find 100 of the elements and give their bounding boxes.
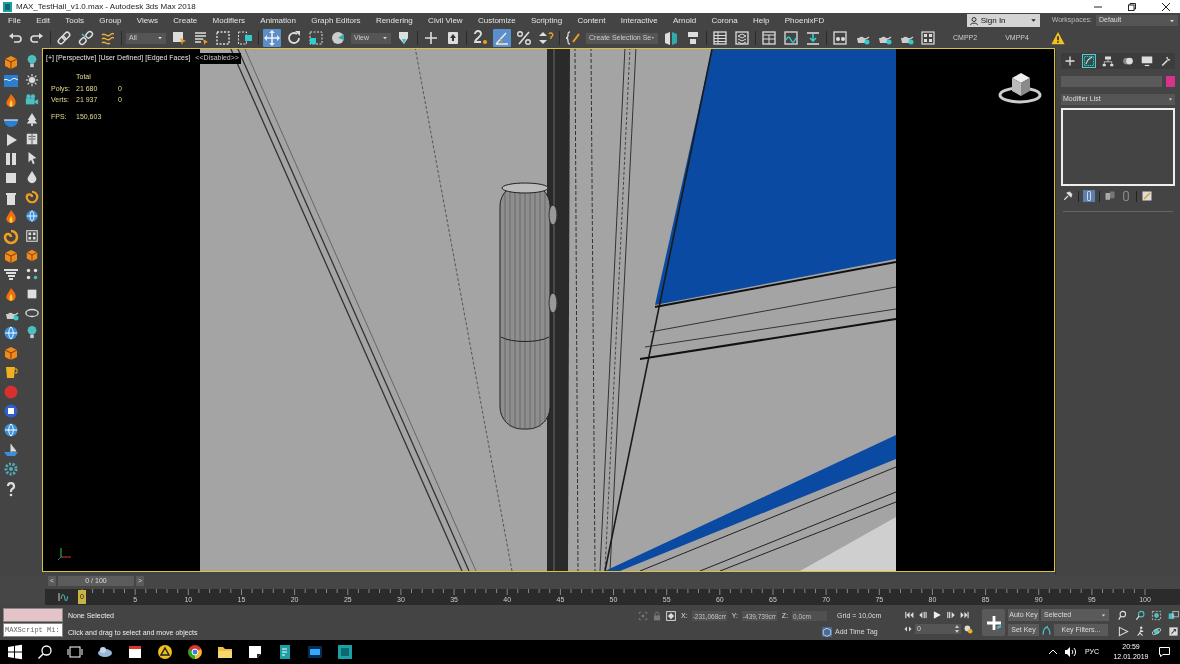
menu-item[interactable]: Customize bbox=[477, 14, 516, 27]
maxscript-output-field[interactable] bbox=[3, 608, 63, 622]
object-color-swatch[interactable] bbox=[1166, 76, 1175, 87]
mirror-icon[interactable] bbox=[662, 29, 680, 47]
go-to-end-icon[interactable] bbox=[960, 610, 970, 620]
configure-icon[interactable] bbox=[1141, 190, 1153, 202]
play-icon[interactable] bbox=[932, 610, 942, 620]
frame-window-icon[interactable] bbox=[831, 29, 849, 47]
box-icon[interactable] bbox=[2, 344, 19, 361]
menu-item[interactable]: Graph Editors bbox=[311, 14, 361, 27]
document-app-icon[interactable] bbox=[277, 644, 293, 660]
menu-item[interactable]: File bbox=[8, 14, 21, 27]
globe-icon[interactable] bbox=[2, 422, 19, 439]
box-icon[interactable] bbox=[24, 247, 39, 262]
sun-icon[interactable] bbox=[24, 73, 39, 88]
chain-link-icon[interactable] bbox=[55, 29, 73, 47]
grid-icon[interactable] bbox=[24, 228, 39, 243]
menu-item[interactable]: Help bbox=[752, 14, 770, 27]
image-editor-app-icon[interactable] bbox=[307, 644, 323, 660]
broken-chain-icon[interactable] bbox=[77, 29, 95, 47]
gear-icon[interactable] bbox=[2, 461, 19, 478]
key-icon[interactable] bbox=[1041, 624, 1052, 636]
menu-item[interactable]: Modifiers bbox=[212, 14, 246, 27]
grid-icon[interactable] bbox=[919, 29, 937, 47]
menu-item[interactable]: Corona bbox=[711, 14, 738, 27]
sphere-icon[interactable] bbox=[329, 29, 347, 47]
zoom-all-icon[interactable] bbox=[1134, 610, 1146, 621]
notification-icon[interactable] bbox=[1159, 647, 1170, 657]
snap-icon[interactable] bbox=[471, 29, 489, 47]
modifier-stack-list[interactable] bbox=[1061, 108, 1175, 186]
menu-item[interactable]: Rendering bbox=[375, 14, 413, 27]
cloud-app-icon[interactable] bbox=[97, 644, 113, 660]
calendar-app-icon[interactable] bbox=[127, 644, 143, 660]
remove-icon[interactable] bbox=[1120, 190, 1132, 202]
table-icon[interactable] bbox=[711, 29, 729, 47]
windows-logo-icon[interactable] bbox=[7, 644, 23, 660]
menu-item[interactable]: Arnold bbox=[673, 14, 697, 27]
brace-icon[interactable] bbox=[564, 29, 582, 47]
zoom-extents-all-icon[interactable] bbox=[1167, 610, 1179, 621]
motion-icon[interactable] bbox=[1121, 55, 1134, 67]
next-frame-icon[interactable] bbox=[946, 610, 956, 620]
camera-icon[interactable] bbox=[24, 92, 39, 107]
restore-icon[interactable] bbox=[1128, 2, 1136, 11]
note-app-icon[interactable] bbox=[247, 644, 263, 660]
crosshair-icon[interactable] bbox=[422, 29, 440, 47]
book-icon[interactable] bbox=[24, 131, 39, 146]
menu-item[interactable]: Content bbox=[577, 14, 606, 27]
swirl-icon[interactable] bbox=[24, 189, 39, 204]
curve-window-icon[interactable] bbox=[782, 29, 800, 47]
chevron-up-icon[interactable] bbox=[1048, 649, 1057, 655]
time-configuration-icon[interactable] bbox=[964, 624, 973, 634]
close-icon[interactable] bbox=[1162, 2, 1170, 11]
monitor-icon[interactable] bbox=[1140, 55, 1153, 67]
sign-in-dropdown[interactable]: Sign In bbox=[966, 14, 1040, 27]
panels-icon[interactable] bbox=[760, 29, 778, 47]
list-cursor-icon[interactable] bbox=[192, 29, 210, 47]
dashed-window-icon[interactable] bbox=[236, 29, 254, 47]
maximize-viewport-icon[interactable] bbox=[1167, 626, 1179, 637]
percent-snap-icon[interactable] bbox=[515, 29, 533, 47]
warning-icon[interactable] bbox=[1050, 31, 1065, 45]
cube-app-icon[interactable] bbox=[337, 644, 353, 660]
dashed-rectangle-icon[interactable] bbox=[214, 29, 232, 47]
wrench-icon[interactable] bbox=[1159, 55, 1172, 67]
menu-item[interactable]: Interactive bbox=[620, 14, 658, 27]
boat-icon[interactable] bbox=[2, 441, 19, 458]
plus-icon[interactable] bbox=[1064, 55, 1076, 67]
water-surface-icon[interactable] bbox=[2, 73, 19, 90]
browser-icon[interactable] bbox=[187, 644, 203, 660]
menu-item[interactable]: Tools bbox=[65, 14, 84, 27]
triangle-app-icon[interactable] bbox=[157, 644, 173, 660]
left-right-arrows-icon[interactable] bbox=[904, 625, 912, 633]
pin-icon[interactable] bbox=[1062, 190, 1074, 202]
orbit-icon[interactable] bbox=[1151, 626, 1162, 637]
modify-icon[interactable] bbox=[1083, 55, 1096, 67]
box-icon[interactable] bbox=[2, 54, 19, 70]
go-to-start-icon[interactable] bbox=[904, 610, 914, 620]
spinner-arrows-icon[interactable] bbox=[537, 29, 555, 47]
rotate-icon[interactable] bbox=[285, 29, 303, 47]
absolute-mode-icon[interactable] bbox=[666, 611, 676, 621]
layers-icon[interactable] bbox=[733, 29, 751, 47]
spinner-icon[interactable] bbox=[955, 625, 959, 633]
field-of-view-icon[interactable] bbox=[1118, 626, 1129, 637]
scale-icon[interactable] bbox=[307, 29, 325, 47]
set-key-big-button[interactable] bbox=[982, 609, 1005, 636]
speaker-icon[interactable] bbox=[1064, 647, 1077, 657]
folder-icon[interactable] bbox=[217, 644, 233, 660]
menu-item[interactable]: Create bbox=[173, 14, 198, 27]
box-icon[interactable] bbox=[2, 247, 19, 264]
menu-item[interactable]: Animation bbox=[260, 14, 296, 27]
swirl-icon[interactable] bbox=[2, 228, 19, 245]
globe-icon[interactable] bbox=[2, 325, 19, 342]
dots-icon[interactable] bbox=[24, 267, 39, 282]
ball-icon[interactable] bbox=[2, 403, 19, 420]
pipe-icon[interactable] bbox=[1083, 190, 1095, 202]
previous-frame-icon[interactable] bbox=[918, 610, 928, 620]
download-tray-icon[interactable] bbox=[804, 29, 822, 47]
search-icon[interactable] bbox=[37, 644, 53, 660]
zoom-extents-icon[interactable] bbox=[1151, 610, 1162, 621]
globe-icon[interactable] bbox=[24, 209, 39, 224]
magnifier-icon[interactable] bbox=[1118, 610, 1129, 621]
